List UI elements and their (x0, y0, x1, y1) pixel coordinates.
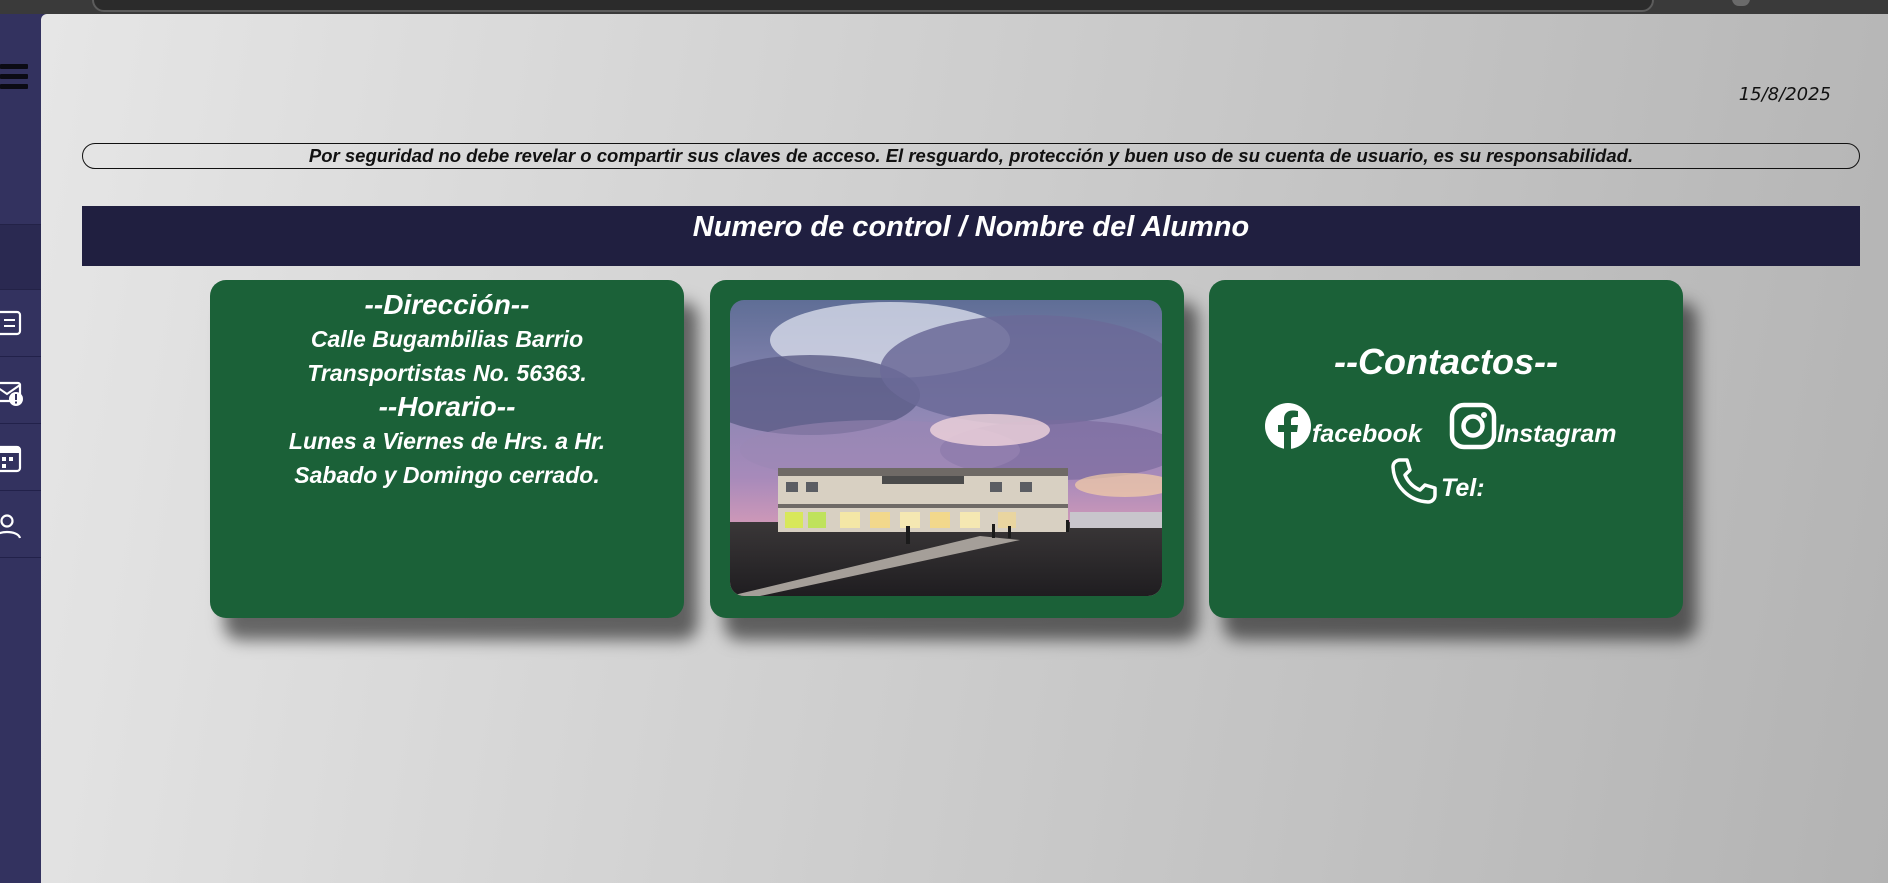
campus-photo (730, 300, 1162, 596)
address-bar[interactable] (92, 0, 1654, 12)
address-line-2: Transportistas No. 56363. (307, 360, 587, 386)
sidebar-item-list[interactable] (0, 290, 41, 357)
sidebar-item-calendar[interactable] (0, 424, 41, 491)
sidebar-item-mail[interactable] (0, 357, 41, 424)
browser-top-strip (0, 0, 1888, 14)
address-line-1: Calle Bugambilias Barrio (310, 326, 584, 352)
social-links: facebook Instagram (1264, 398, 1644, 454)
main-content: 15/8/2025 Por seguridad no debe revelar … (41, 14, 1888, 883)
schedule-line-2: Sabado y Domingo cerrado. (294, 462, 600, 488)
facebook-icon (1265, 403, 1311, 449)
telephone-label: Tel: (1441, 474, 1485, 502)
mail-alert-icon (0, 381, 23, 406)
phone-icon (1391, 458, 1437, 504)
contacts-card: --Contactos-- facebook Instagram Tel: (1209, 280, 1683, 618)
address-heading: --Dirección-- (364, 289, 530, 320)
sidebar (0, 14, 41, 883)
sidebar-active-band (0, 224, 41, 290)
telephone-link[interactable]: Tel: (1389, 456, 1509, 512)
instagram-link[interactable]: Instagram (1449, 398, 1649, 454)
instagram-icon (1449, 402, 1497, 450)
browser-menu-icon[interactable] (1732, 0, 1750, 6)
address-card: --Dirección-- Calle Bugambilias Barrio T… (210, 280, 684, 618)
schedule-line-1: Lunes a Viernes de Hrs. a Hr. (288, 428, 606, 454)
sidebar-item-user[interactable] (0, 491, 41, 558)
contacts-heading: --Contactos-- (1334, 341, 1558, 382)
schedule-heading: --Horario-- (378, 391, 516, 422)
calendar-icon (0, 445, 22, 473)
list-icon (0, 310, 22, 336)
student-name-bar: Numero de control / Nombre del Alumno (82, 206, 1860, 266)
instagram-label: Instagram (1497, 420, 1617, 448)
facebook-link[interactable]: facebook (1264, 398, 1434, 454)
user-icon (0, 514, 22, 539)
security-notice: Por seguridad no debe revelar o comparti… (82, 143, 1860, 169)
menu-icon[interactable] (0, 64, 28, 98)
current-date: 15/8/2025 (1738, 84, 1831, 105)
campus-photo-card (710, 280, 1184, 618)
